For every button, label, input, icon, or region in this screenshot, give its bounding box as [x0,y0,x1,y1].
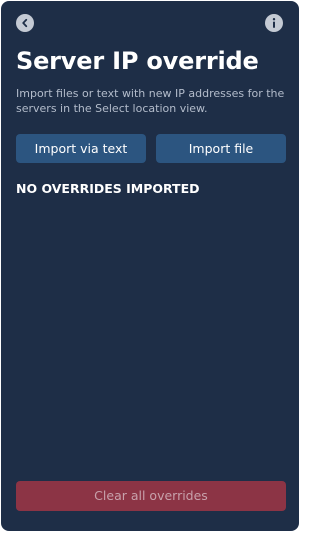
clear-all-overrides-button[interactable]: Clear all overrides [16,481,286,511]
import-via-text-button[interactable]: Import via text [16,134,146,163]
app-window: Server IP override Import files or text … [1,1,299,531]
chevron-left-icon [20,18,30,28]
overrides-status-label: NO OVERRIDES IMPORTED [16,181,200,196]
back-button[interactable] [16,14,34,32]
page-description: Import files or text with new IP address… [16,87,285,115]
info-button[interactable] [265,14,283,32]
page-title: Server IP override [16,47,259,75]
info-icon [269,17,279,29]
import-file-button[interactable]: Import file [156,134,286,163]
